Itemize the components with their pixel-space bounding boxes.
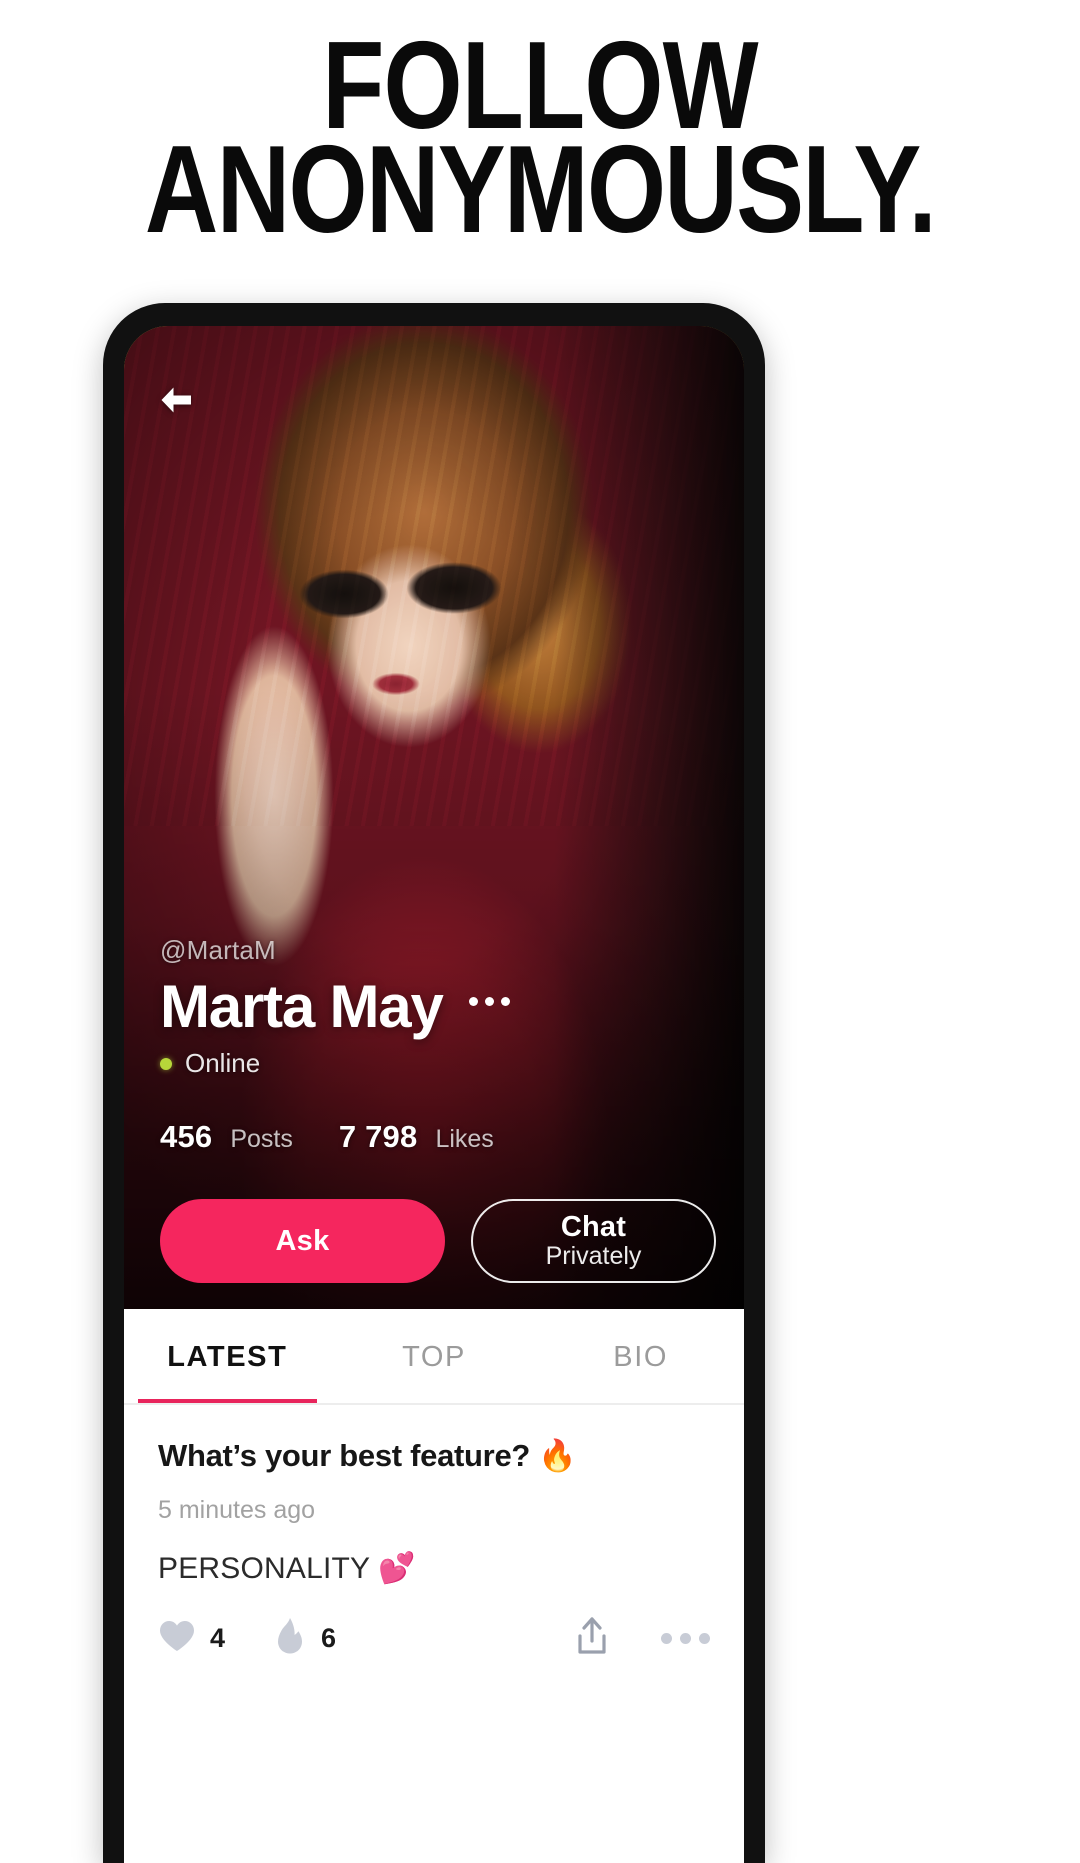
profile-handle: @MartaM (160, 934, 276, 965)
share-upload-icon (575, 1616, 609, 1661)
tab-top[interactable]: TOP (331, 1309, 538, 1405)
post-more-options-button[interactable] (661, 1633, 710, 1644)
more-horizontal-icon-dot-2 (680, 1633, 691, 1644)
more-horizontal-icon-dot-2 (484, 997, 494, 1007)
tabs-bottom-border (124, 1403, 744, 1405)
profile-content-sheet: LATEST TOP BIO What’s your best feature?… (124, 1309, 744, 1863)
profile-tabs: LATEST TOP BIO (124, 1309, 744, 1405)
flame-reaction-button[interactable]: 6 (273, 1617, 336, 1660)
chat-button-subtitle: Privately (545, 1242, 642, 1271)
profile-hero-photo: @MartaM Marta May Online 456 Posts 7 798… (124, 326, 744, 1309)
posts-label: Posts (230, 1125, 293, 1153)
post-question: What’s your best feature? 🔥 (158, 1438, 577, 1473)
more-horizontal-icon-dot-1 (661, 1633, 672, 1644)
page-headline: FOLLOW ANONYMOUSLY. (97, 24, 983, 260)
ask-button[interactable]: Ask (160, 1199, 445, 1283)
online-status-dot-icon (160, 1057, 172, 1070)
post-timestamp: 5 minutes ago (158, 1496, 316, 1524)
profile-more-options-button[interactable] (468, 997, 510, 1016)
heart-reaction-count: 4 (210, 1623, 226, 1653)
profile-cta-row: Ask Chat Privately (160, 1199, 716, 1283)
heart-icon (158, 1619, 196, 1658)
more-horizontal-icon-dot-1 (468, 997, 478, 1007)
profile-stats: 456 Posts 7 798 Likes (160, 1119, 716, 1155)
post-action-bar: 4 6 (158, 1616, 710, 1661)
flame-icon (273, 1617, 307, 1660)
arrow-left-icon (156, 384, 196, 416)
more-horizontal-icon-dot-3 (699, 1633, 710, 1644)
phone-screen: @MartaM Marta May Online 456 Posts 7 798… (124, 326, 744, 1863)
chat-privately-button[interactable]: Chat Privately (471, 1199, 716, 1283)
profile-name-row: Marta May (160, 972, 716, 1040)
headline-line-2: ANONYMOUSLY. (144, 121, 937, 260)
likes-count: 7 798 (338, 1119, 418, 1154)
posts-count: 456 (160, 1119, 213, 1154)
tab-bio[interactable]: BIO (537, 1309, 744, 1405)
likes-label: Likes (435, 1125, 494, 1153)
profile-display-name: Marta May (160, 972, 444, 1040)
post-answer: PERSONALITY 💕 (158, 1552, 416, 1585)
flame-reaction-count: 6 (321, 1623, 337, 1653)
profile-status-label: Online (185, 1048, 261, 1078)
chat-button-title: Chat (560, 1210, 627, 1243)
phone-mockup: @MartaM Marta May Online 456 Posts 7 798… (103, 303, 765, 1863)
heart-reaction-button[interactable]: 4 (158, 1619, 225, 1658)
more-horizontal-icon-dot-3 (500, 997, 510, 1007)
profile-info-overlay: @MartaM Marta May Online 456 Posts 7 798… (160, 935, 716, 1283)
post-item: What’s your best feature? 🔥 5 minutes ag… (124, 1405, 744, 1661)
profile-status: Online (160, 1048, 716, 1079)
share-button[interactable] (575, 1616, 609, 1661)
tab-latest[interactable]: LATEST (124, 1309, 331, 1405)
back-button[interactable] (148, 372, 204, 428)
